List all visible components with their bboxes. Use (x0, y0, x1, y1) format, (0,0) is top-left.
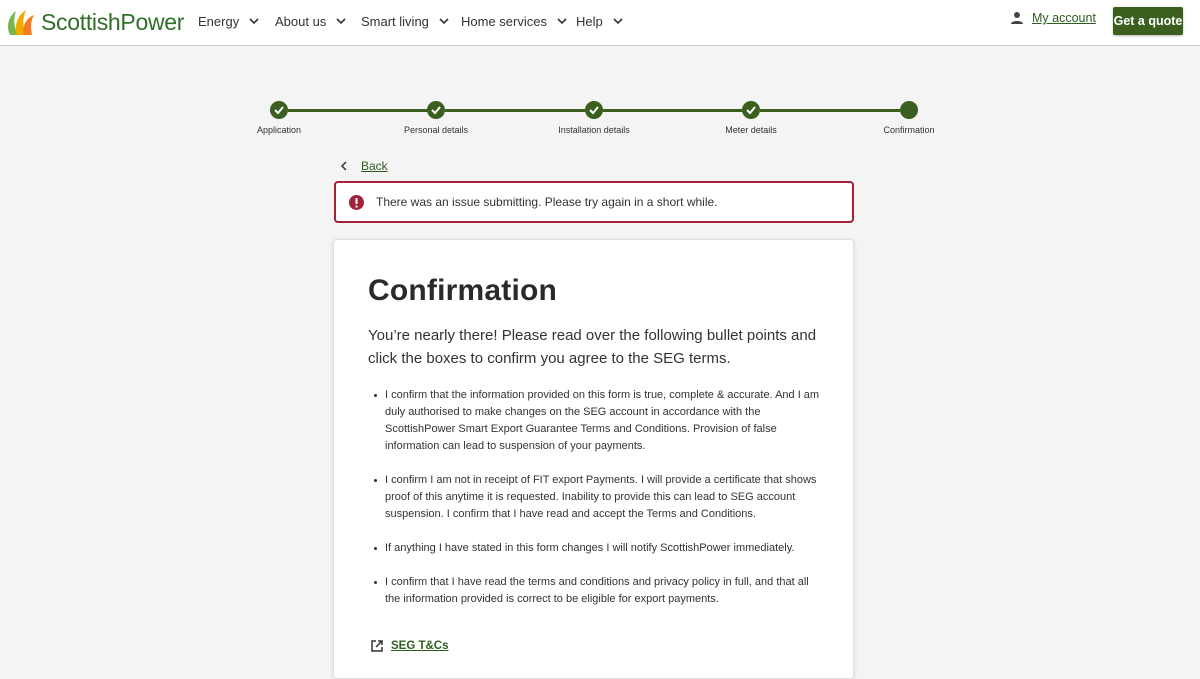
intro-text: You’re nearly there! Please read over th… (368, 327, 817, 367)
main-nav: Energy About us Smart living Home servic… (198, 0, 626, 42)
nav-item-label: Energy (198, 13, 240, 29)
page-title: Confirmation (368, 274, 558, 307)
chevron-left-icon (340, 161, 347, 171)
chevron-down-icon (557, 18, 567, 25)
nav-item-label: About us (275, 13, 327, 29)
back-label: Back (361, 159, 388, 173)
list-item: I confirm that the information provided … (374, 387, 825, 455)
chevron-down-icon (249, 18, 259, 25)
step-meter-details (742, 101, 760, 119)
error-banner: There was an issue submitting. Please tr… (334, 181, 854, 223)
scottishpower-logo[interactable]: ScottishPower (4, 5, 184, 39)
list-item: I confirm I am not in receipt of FIT exp… (374, 472, 825, 523)
nav-item-smart-living[interactable]: Smart living (361, 0, 461, 42)
step-installation-details (585, 101, 603, 119)
nav-item-home-services[interactable]: Home services (461, 0, 576, 42)
person-icon (1011, 12, 1023, 24)
list-item: I confirm that I have read the terms and… (374, 574, 825, 608)
my-account-label: My account (1032, 11, 1096, 25)
check-icon (746, 106, 756, 115)
confirmation-card: Confirmation You’re nearly there! Please… (333, 239, 854, 679)
chevron-down-icon (439, 18, 449, 25)
error-icon (349, 194, 364, 210)
seg-tcs-link[interactable]: SEG T&Cs (370, 639, 449, 653)
progress-stepper: Application Personal details Installatio… (0, 100, 1200, 140)
nav-item-label: Home services (461, 13, 547, 29)
nav-item-label: Smart living (361, 13, 429, 29)
back-link[interactable]: Back (340, 159, 388, 173)
step-personal-details (427, 101, 445, 119)
check-icon (589, 106, 599, 115)
site-header: ScottishPower Energy About us Smart livi… (0, 0, 1200, 46)
external-link-icon (371, 640, 383, 652)
step-connector (288, 109, 428, 112)
flame-logo-icon (8, 10, 34, 35)
logo-text: ScottishPower (41, 8, 185, 35)
list-item: If anything I have stated in this form c… (374, 540, 825, 557)
step-connector (445, 109, 585, 112)
step-connector (760, 109, 900, 112)
step-label: Meter details (725, 125, 777, 135)
step-label: Installation details (558, 125, 630, 135)
terms-list: I confirm that the information provided … (374, 387, 825, 625)
nav-item-help[interactable]: Help (576, 0, 626, 42)
step-application (270, 101, 288, 119)
error-message: There was an issue submitting. Please tr… (376, 195, 718, 209)
nav-item-label: Help (576, 13, 603, 29)
check-icon (431, 106, 441, 115)
step-label: Application (256, 125, 302, 135)
my-account-link[interactable]: My account (1010, 11, 1096, 25)
nav-item-energy[interactable]: Energy (198, 0, 275, 42)
check-icon (274, 106, 284, 115)
step-label: Confirmation (883, 125, 935, 135)
step-label: Personal details (403, 125, 469, 135)
chevron-down-icon (336, 18, 346, 25)
step-connector (603, 109, 743, 112)
seg-tcs-label: SEG T&Cs (391, 640, 449, 652)
get-a-quote-button[interactable]: Get a quote (1113, 7, 1183, 35)
step-confirmation (900, 101, 918, 119)
nav-item-about-us[interactable]: About us (275, 0, 361, 42)
chevron-down-icon (613, 18, 623, 25)
